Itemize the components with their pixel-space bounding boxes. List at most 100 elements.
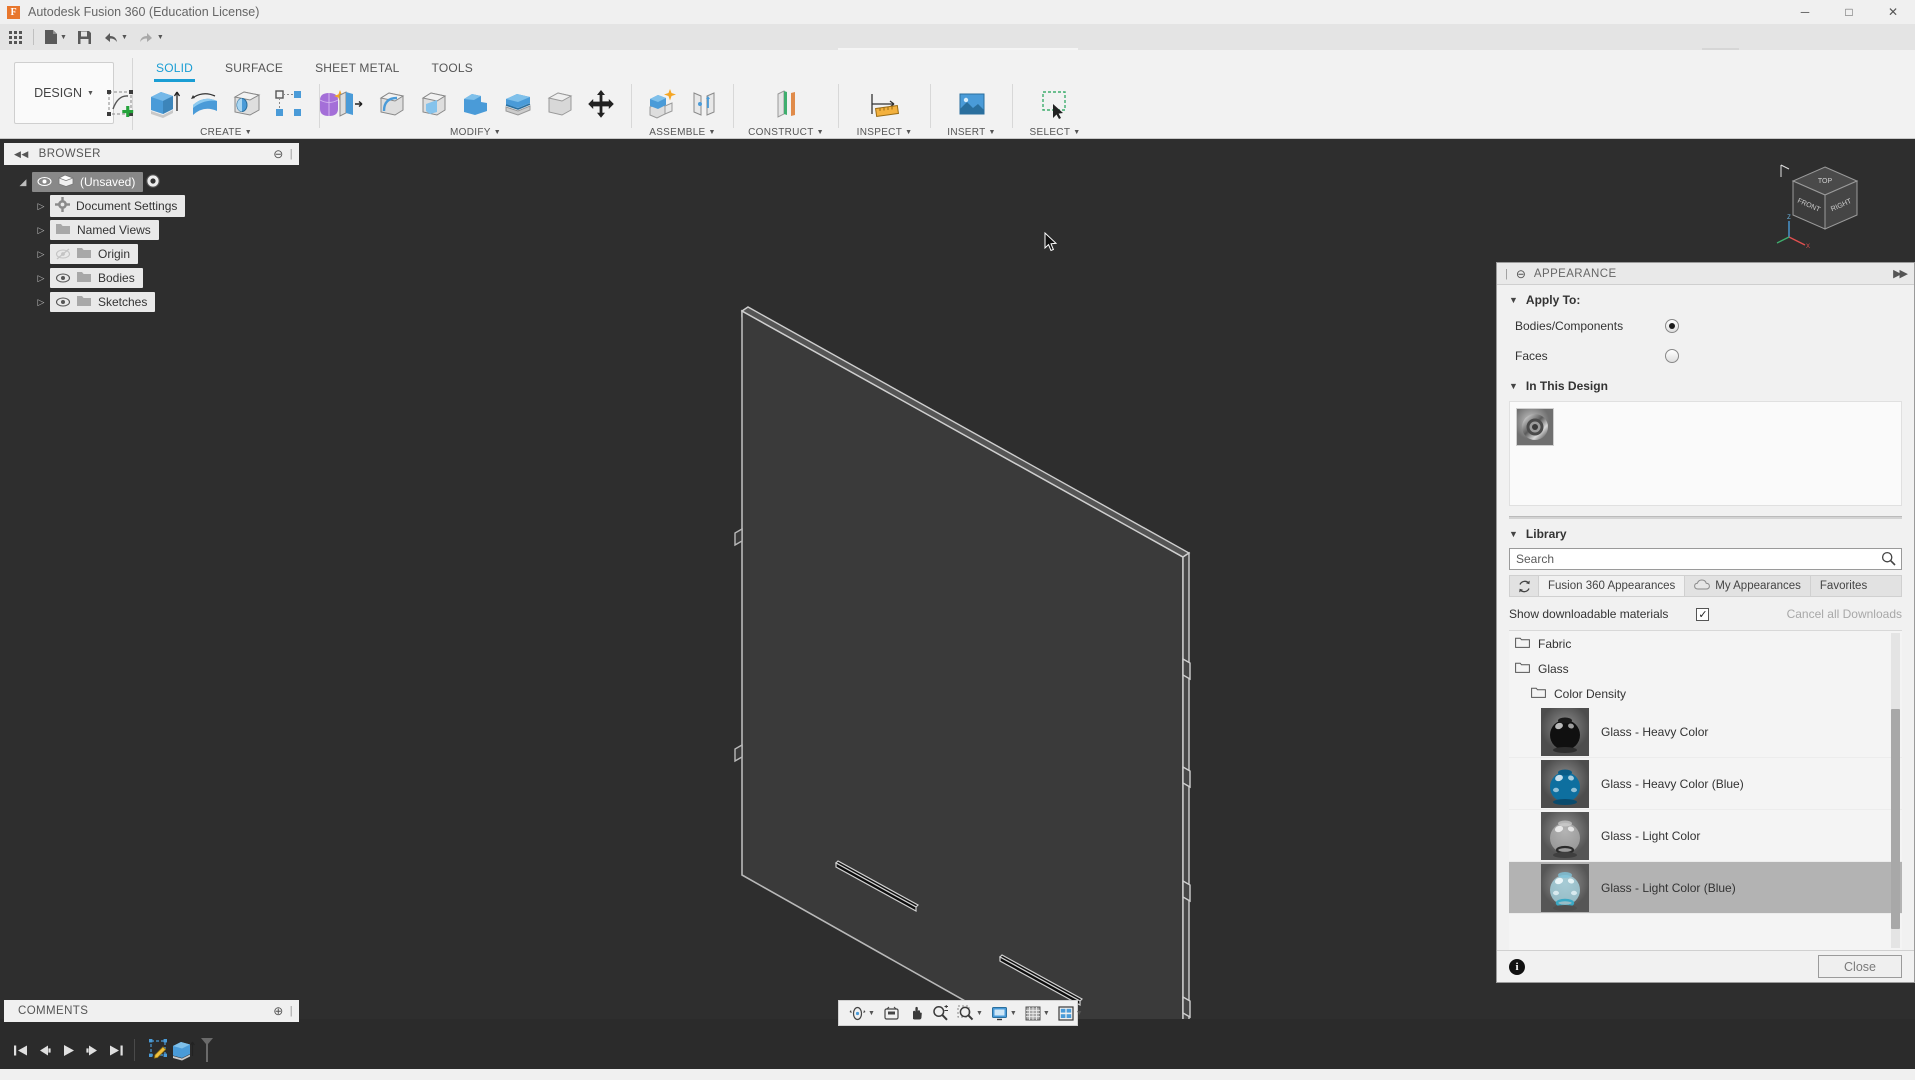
save-icon[interactable] [73, 26, 96, 48]
material-row-glass-heavy-color[interactable]: Glass - Heavy Color [1509, 706, 1902, 758]
browser-minimize-icon[interactable]: ⊖ [273, 147, 283, 161]
redo-chevron-down-icon[interactable]: ▼ [157, 34, 164, 41]
search-icon[interactable] [1881, 551, 1896, 571]
grid-icon[interactable] [4, 26, 27, 48]
offset-plane-icon[interactable] [765, 84, 807, 124]
pan-icon[interactable] [904, 1002, 928, 1024]
chevron-down-icon[interactable]: ▼ [1073, 129, 1080, 136]
revolve-icon[interactable] [184, 84, 226, 124]
apply-to-section-header[interactable]: ▼ Apply To: [1497, 285, 1914, 311]
apply-to-bodies-row[interactable]: Bodies/Components [1497, 311, 1914, 341]
joint-icon[interactable] [683, 84, 725, 124]
chevron-down-icon[interactable]: ▼ [905, 129, 912, 136]
chevron-down-icon[interactable]: ▼ [245, 129, 252, 136]
expand-arrow-icon[interactable]: ▷ [32, 249, 50, 260]
comments-add-icon[interactable]: ⊕ [273, 1004, 283, 1018]
visibility-eye-off-icon[interactable] [55, 248, 71, 260]
material-row-glass-light-color[interactable]: Glass - Light Color [1509, 810, 1902, 862]
select-window-icon[interactable] [1034, 84, 1076, 124]
visibility-eye-icon[interactable] [55, 296, 71, 308]
tab-fusion-360-appearances[interactable]: Fusion 360 Appearances [1538, 576, 1686, 596]
fillet-icon[interactable] [371, 84, 413, 124]
tab-tools[interactable]: TOOLS [416, 58, 489, 78]
press-pull-icon[interactable] [329, 84, 371, 124]
visibility-eye-icon[interactable] [37, 176, 52, 188]
pattern-icon[interactable] [268, 84, 310, 124]
extrude-icon[interactable] [142, 84, 184, 124]
measure-icon[interactable] [864, 84, 906, 124]
browser-collapse-icon[interactable]: ◀◀ [14, 149, 29, 160]
undo-icon[interactable]: ▼ [98, 26, 132, 48]
new-component-icon[interactable] [641, 84, 683, 124]
chevron-down-icon[interactable]: ▼ [1043, 1010, 1050, 1017]
expand-arrow-icon[interactable]: ▷ [32, 201, 50, 212]
chevron-down-icon[interactable]: ▼ [709, 129, 716, 136]
tab-sheet-metal[interactable]: SHEET METAL [299, 58, 415, 78]
library-scrollbar-thumb[interactable] [1891, 709, 1900, 929]
orbit-icon[interactable]: ▼ [845, 1002, 879, 1024]
shell-icon[interactable] [455, 84, 497, 124]
tree-item-named-views[interactable]: ▷ Named Views [14, 218, 304, 242]
redo-icon[interactable]: ▼ [134, 26, 168, 48]
expand-arrow-icon[interactable]: ◢ [14, 177, 32, 188]
tree-item-unsaved[interactable]: ◢ (Unsaved) [14, 170, 304, 194]
step-forward-icon[interactable] [80, 1037, 104, 1063]
look-at-icon[interactable] [879, 1002, 904, 1024]
library-folder-fabric[interactable]: Fabric [1509, 631, 1902, 656]
expand-arrow-icon[interactable]: ▷ [32, 225, 50, 236]
tree-item-document-settings[interactable]: ▷ Document Settings [14, 194, 304, 218]
library-folder-glass[interactable]: Glass [1509, 656, 1902, 681]
refresh-icon[interactable] [1510, 576, 1538, 596]
view-cube[interactable]: TOP FRONT RIGHT Z X [1775, 159, 1875, 250]
dialog-resize-handle[interactable]: | [1505, 268, 1508, 280]
maximize-button[interactable]: □ [1827, 0, 1871, 24]
sweep-icon[interactable] [226, 84, 268, 124]
search-input[interactable] [1509, 548, 1902, 570]
tree-item-origin[interactable]: ▷ Origin [14, 242, 304, 266]
expand-arrow-icon[interactable]: ▷ [32, 273, 50, 284]
tree-item-sketches[interactable]: ▷ Sketches [14, 290, 304, 314]
chevron-down-icon[interactable]: ▼ [1076, 1010, 1083, 1017]
apply-to-bodies-radio[interactable] [1665, 319, 1679, 333]
browser-resize-handle[interactable]: | [290, 148, 293, 160]
expand-arrow-icon[interactable]: ▷ [32, 297, 50, 308]
tab-favorites[interactable]: Favorites [1811, 576, 1876, 596]
zoom-icon[interactable] [928, 1002, 953, 1024]
cancel-all-downloads-button[interactable]: Cancel all Downloads [1787, 607, 1902, 621]
chamfer-icon[interactable] [413, 84, 455, 124]
chevron-down-icon[interactable]: ▼ [868, 1010, 875, 1017]
chevron-down-icon[interactable]: ▼ [817, 129, 824, 136]
viewports-icon[interactable]: ▼ [1054, 1002, 1087, 1024]
go-to-end-icon[interactable] [104, 1037, 128, 1063]
activate-component-icon[interactable] [145, 173, 161, 192]
material-row-glass-heavy-color-blue[interactable]: Glass - Heavy Color (Blue) [1509, 758, 1902, 810]
insert-derive-icon[interactable] [951, 84, 993, 124]
material-row-glass-light-color-blue[interactable]: Glass - Light Color (Blue) [1509, 862, 1902, 914]
tab-surface[interactable]: SURFACE [209, 58, 299, 78]
show-downloadable-checkbox[interactable]: ✓ [1696, 607, 1710, 621]
split-face-icon[interactable] [539, 84, 581, 124]
display-settings-icon[interactable]: ▼ [987, 1002, 1021, 1024]
comments-resize-handle[interactable]: | [290, 1005, 293, 1017]
library-section-header[interactable]: ▼ Library [1497, 519, 1914, 545]
timeline-feature-group[interactable] [147, 1037, 214, 1063]
chevron-down-icon[interactable]: ▼ [494, 129, 501, 136]
close-window-button[interactable]: ✕ [1871, 0, 1915, 24]
undo-chevron-down-icon[interactable]: ▼ [121, 34, 128, 41]
combine-icon[interactable] [497, 84, 539, 124]
grid-snaps-icon[interactable]: ▼ [1021, 1002, 1054, 1024]
tree-item-bodies[interactable]: ▷ Bodies [14, 266, 304, 290]
tab-solid[interactable]: SOLID [140, 58, 209, 82]
visibility-eye-icon[interactable] [55, 272, 71, 284]
collapse-icon[interactable]: ⊖ [1516, 267, 1526, 281]
appearance-swatch-steel[interactable] [1516, 408, 1554, 446]
fit-icon[interactable]: ▼ [953, 1002, 987, 1024]
library-item-list[interactable]: Fabric Glass Color Density Glass - Heavy… [1509, 630, 1902, 950]
go-to-beginning-icon[interactable] [8, 1037, 32, 1063]
close-button[interactable]: Close [1818, 955, 1902, 978]
apply-to-faces-radio[interactable] [1665, 349, 1679, 363]
apply-to-faces-row[interactable]: Faces [1497, 341, 1914, 371]
expand-panel-icon[interactable]: ▶▶ [1893, 267, 1908, 280]
minimize-button[interactable]: ─ [1783, 0, 1827, 24]
info-icon[interactable]: i [1509, 958, 1525, 975]
